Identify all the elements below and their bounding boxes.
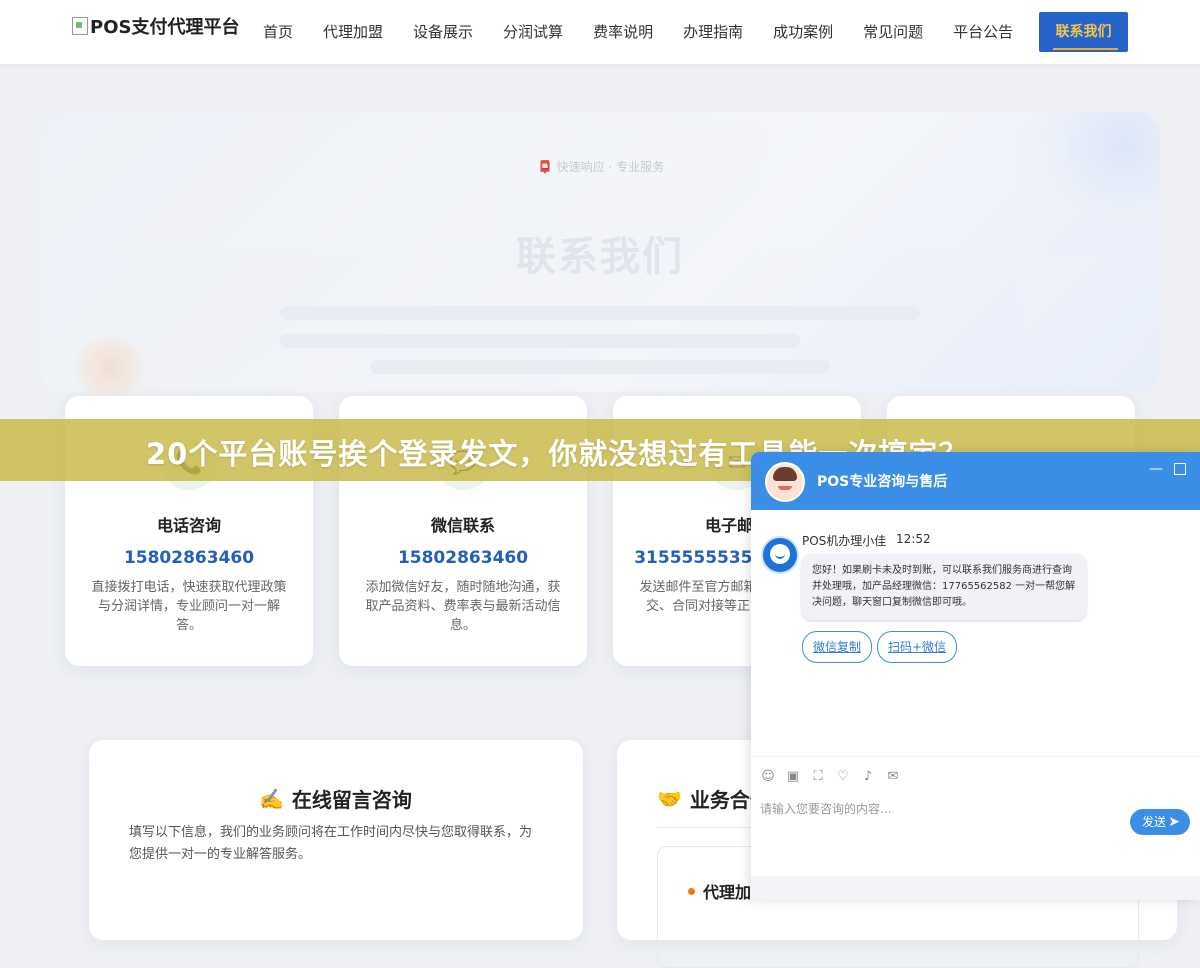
message-panel-description: 填写以下信息，我们的业务顾问将在工作时间内尽快与您取得联系，为您提供一对一的专业… [129, 825, 533, 862]
chat-message-bubble: 您好！如果刷卡未及时到账，可以联系我们服务商进行查询并处理哦，加产品经理微信：1… [802, 554, 1086, 620]
hero-subtitle-line [370, 360, 830, 374]
card-title: 微信联系 [430, 516, 495, 535]
copy-wechat-button[interactable]: 微信复制 [802, 631, 873, 663]
hero-title: 联系我们 [516, 234, 684, 280]
screenshot-icon[interactable]: ⛶ [811, 770, 825, 784]
hero-subtitle-line [280, 334, 800, 348]
contact-us-button[interactable]: 联系我们 [1039, 12, 1128, 52]
broken-image-icon [72, 17, 88, 35]
bullet-dot-icon [688, 887, 695, 895]
wechat-icon[interactable]: ✉ [886, 770, 900, 784]
chat-input[interactable]: 请输入您要咨询的内容... [760, 800, 891, 817]
message-time: 12:52 [896, 532, 931, 546]
agent-name: POS机办理小佳 [802, 534, 887, 548]
nav-devices[interactable]: 设备展示 [398, 12, 488, 52]
nav-agent-join[interactable]: 代理加盟 [308, 12, 398, 52]
card-value[interactable]: 15802863460 [65, 548, 313, 568]
nav-guide[interactable]: 办理指南 [668, 12, 758, 52]
panel-title-text: 在线留言咨询 [291, 788, 412, 812]
hero-badge: 📮 快速响应 · 专业服务 [528, 154, 674, 178]
site-logo[interactable]: POS支付代理平台 [72, 12, 239, 40]
support-avatar [765, 462, 805, 502]
card-description: 添加微信好友，随时随地沟通，获取产品资料、费率表与最新活动信息。 [365, 580, 561, 633]
sound-icon[interactable]: ♪ [861, 770, 875, 784]
image-icon[interactable]: ▣ [786, 770, 800, 784]
nav-faq[interactable]: 常见问题 [848, 12, 938, 52]
logo-alt-text: POS支付代理平台 [90, 17, 240, 38]
nav-cases[interactable]: 成功案例 [758, 12, 848, 52]
nav-home[interactable]: 首页 [248, 12, 308, 52]
hero-glow-decoration [1040, 112, 1160, 222]
card-value[interactable]: 15802863460 [339, 548, 587, 568]
message-panel: ✍️ 在线留言咨询 填写以下信息，我们的业务顾问将在工作时间内尽快与您取得联系，… [89, 740, 583, 940]
hero-section: 📮 快速响应 · 专业服务 联系我们 [40, 112, 1160, 398]
emoji-icon[interactable]: ☺ [761, 770, 775, 784]
send-button[interactable]: 发送 ➤ [1130, 809, 1190, 835]
minimize-icon[interactable]: — [1149, 462, 1163, 476]
handshake-icon: 🤝 [657, 786, 682, 811]
card-title: 电话咨询 [156, 516, 221, 535]
divider [751, 756, 1200, 757]
agent-avatar [761, 536, 799, 574]
rating-icon[interactable]: ♡ [836, 770, 850, 784]
chat-title: POS专业咨询与售后 [817, 474, 948, 490]
nav-profit-calc[interactable]: 分润试算 [488, 12, 578, 52]
nav-announcements[interactable]: 平台公告 [938, 12, 1028, 52]
nav-rates[interactable]: 费率说明 [578, 12, 668, 52]
hero-subtitle-line [280, 306, 920, 320]
chat-widget: POS专业咨询与售后 — POS机办理小佳 12:52 您好！如果刷卡未及时到账… [751, 452, 1200, 900]
send-arrow-icon: ➤ [1168, 814, 1180, 830]
main-nav: 首页 代理加盟 设备展示 分润试算 费率说明 办理指南 成功案例 常见问题 平台… [248, 12, 1028, 52]
maximize-icon[interactable] [1174, 463, 1186, 475]
hero-orb-decoration [74, 338, 146, 398]
scan-wechat-button[interactable]: 扫码+微信 [877, 631, 958, 663]
chat-footer [751, 876, 1200, 900]
chat-toolbar: ☺ ▣ ⛶ ♡ ♪ ✉ [761, 770, 911, 784]
send-label: 发送 [1142, 815, 1167, 829]
writing-hand-icon: ✍️ [259, 786, 284, 811]
message-panel-title: ✍️ 在线留言咨询 [259, 784, 412, 813]
site-header: POS支付代理平台 首页 代理加盟 设备展示 分润试算 费率说明 办理指南 成功… [0, 0, 1200, 64]
chat-header[interactable]: POS专业咨询与售后 — [751, 452, 1200, 510]
card-description: 直接拨打电话，快速获取代理政策与分润详情，专业顾问一对一解答。 [91, 580, 287, 633]
